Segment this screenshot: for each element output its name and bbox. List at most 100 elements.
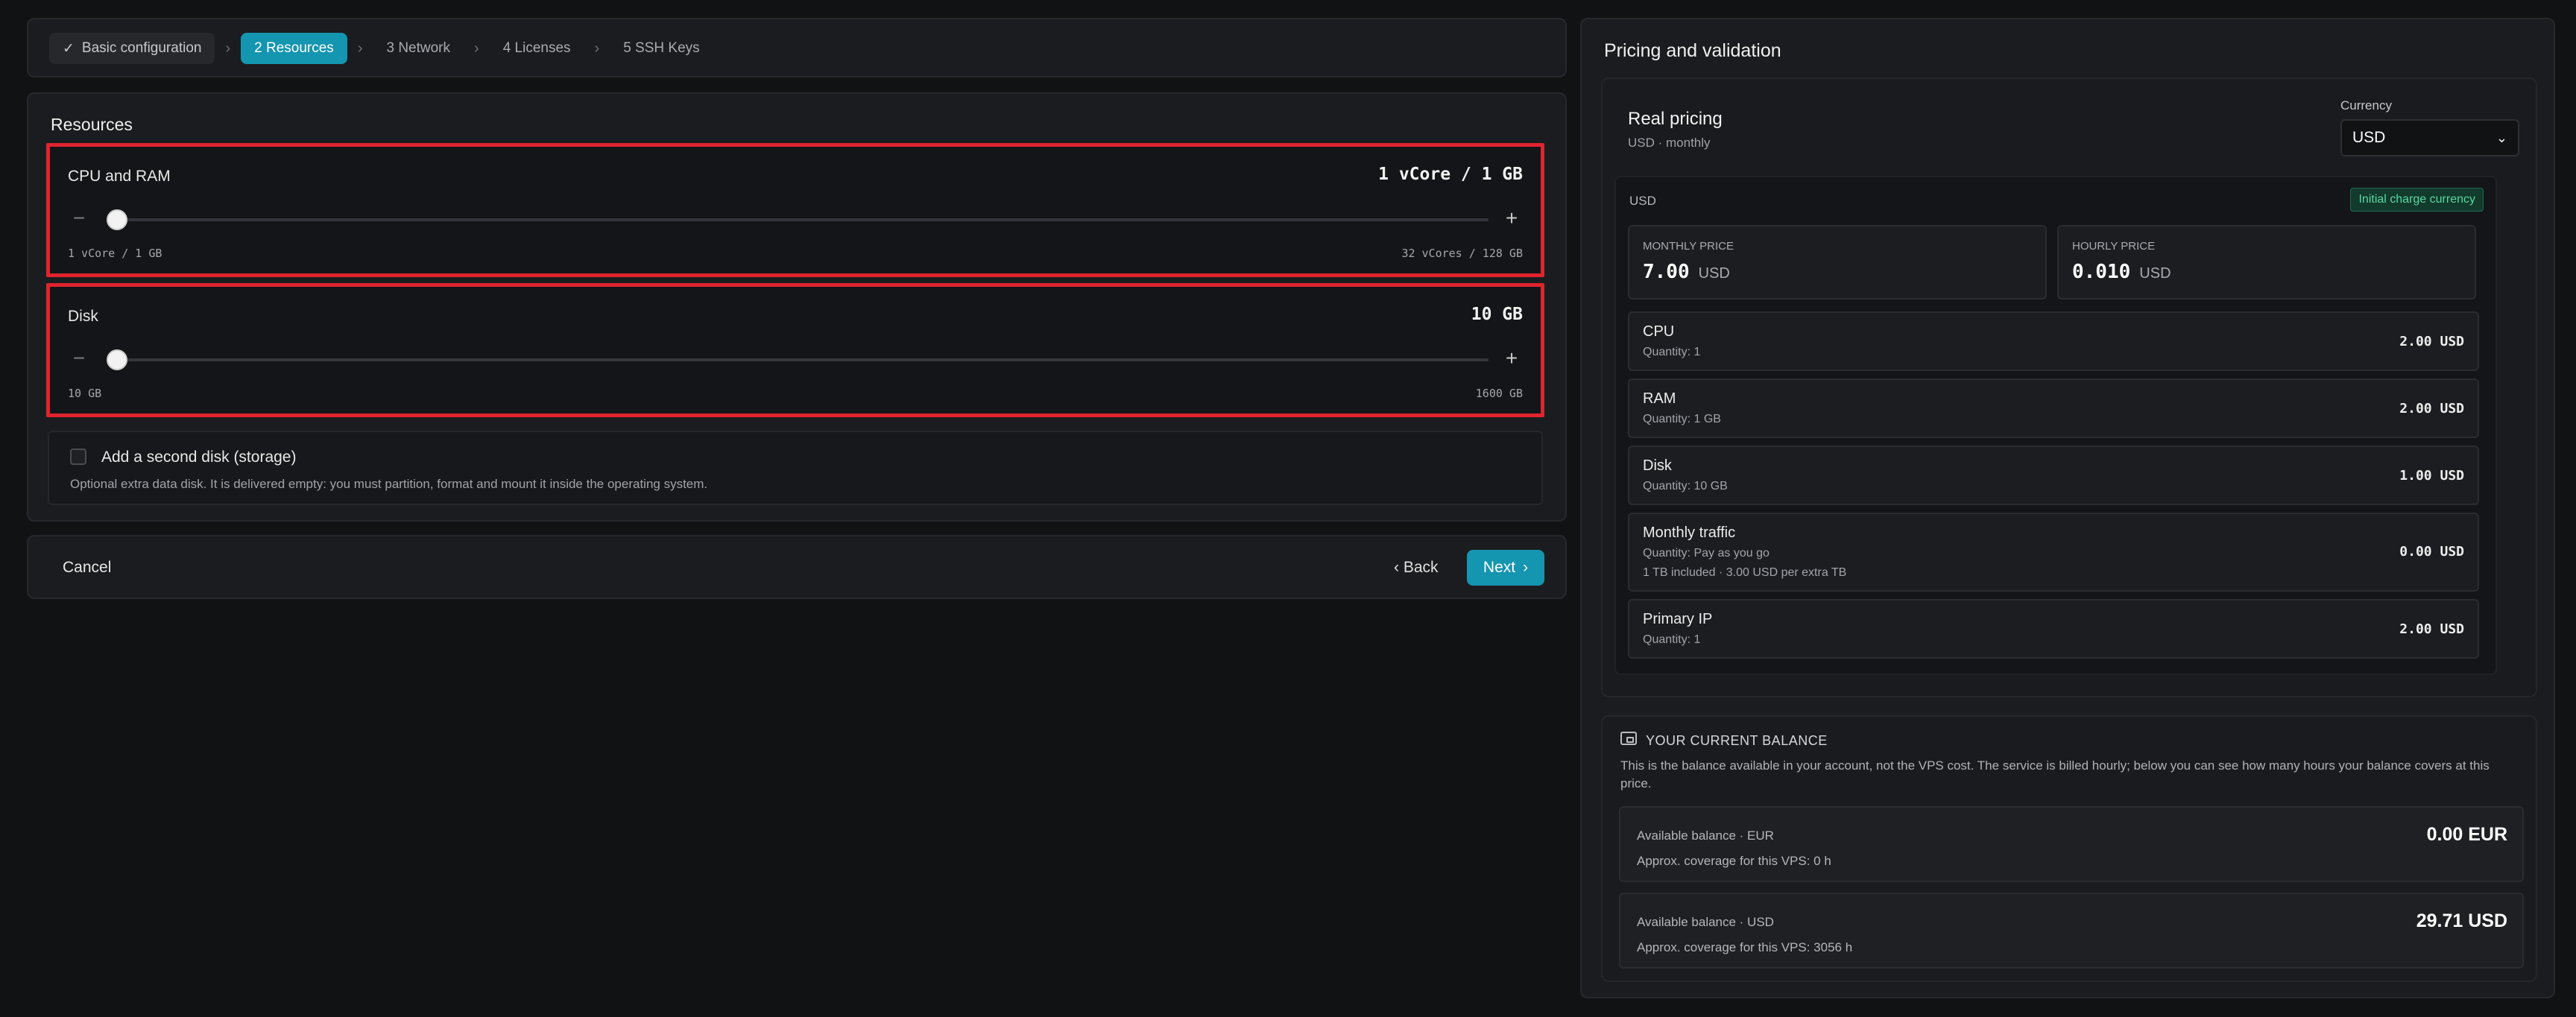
step-label: 3 Network (386, 40, 451, 56)
cpu-ram-max: 32 vCores / 128 GB (1401, 247, 1523, 260)
line-item-qty: Quantity: Pay as you go (1643, 547, 1770, 560)
second-disk-checkbox[interactable] (70, 449, 86, 465)
minus-icon[interactable]: − (68, 346, 90, 370)
disk-label: Disk (68, 308, 98, 325)
real-pricing-subtitle: USD · monthly (1628, 136, 1711, 150)
balance-amount: 29.71 USD (2416, 910, 2507, 931)
step-label: 2 Resources (254, 40, 334, 56)
chevron-right-icon: › (594, 39, 600, 57)
line-item-qty: Quantity: 1 (1643, 346, 1701, 358)
step-resources[interactable]: 2 Resources (241, 33, 347, 64)
line-item-qty: Quantity: 10 GB (1643, 480, 1728, 492)
line-item-qty: Quantity: 1 GB (1643, 413, 1721, 425)
real-pricing-box: Real pricing USD · monthly Currency USD … (1601, 77, 2537, 697)
currency-value: USD (2352, 129, 2386, 146)
hourly-price-label: HOURLY PRICE (2072, 240, 2156, 253)
slider-thumb[interactable] (107, 209, 127, 230)
real-pricing-title: Real pricing (1628, 109, 1723, 129)
chevron-right-icon: › (474, 39, 479, 57)
line-item-name: Monthly traffic (1643, 525, 1736, 541)
line-item-qty: Quantity: 1 (1643, 633, 1701, 646)
cpu-ram-label: CPU and RAM (68, 168, 171, 185)
monthly-price-value: 7.00 USD (1643, 261, 1730, 283)
next-button[interactable]: Next › (1467, 550, 1544, 586)
balance-description: This is the balance available in your ac… (1620, 758, 2490, 791)
back-button[interactable]: ‹ Back (1394, 559, 1439, 577)
line-item-disk: Disk Quantity: 10 GB 1.00 USD (1628, 446, 2479, 505)
pricing-panel: Pricing and validation Real pricing USD … (1580, 18, 2555, 998)
hourly-price-amount: 0.010 (2072, 261, 2131, 283)
step-licenses[interactable]: 4 Licenses (490, 33, 584, 64)
resources-panel: Resources CPU and RAM 1 vCore / 1 GB − +… (27, 92, 1567, 522)
hourly-price-value: 0.010 USD (2072, 261, 2171, 283)
wizard-stepper: ✓ Basic configuration › 2 Resources › 3 … (27, 18, 1567, 77)
line-item-name: RAM (1643, 390, 1676, 407)
currency-label: Currency (2340, 98, 2392, 113)
balance-card-usd: Available balance · USD Approx. coverage… (1619, 893, 2524, 969)
cancel-button[interactable]: Cancel (63, 559, 111, 577)
hourly-price-unit: USD (2139, 265, 2171, 282)
cpu-ram-card: CPU and RAM 1 vCore / 1 GB − + 1 vCore /… (46, 143, 1544, 277)
step-label: 5 SSH Keys (623, 40, 700, 56)
balance-title: YOUR CURRENT BALANCE (1646, 733, 1828, 748)
minus-icon[interactable]: − (68, 206, 90, 230)
disk-card: Disk 10 GB − + 10 GB 1600 GB (46, 283, 1544, 417)
usd-breakdown: USD Initial charge currency MONTHLY PRIC… (1614, 176, 2497, 675)
chevron-right-icon: › (225, 39, 231, 57)
step-basic-configuration[interactable]: ✓ Basic configuration (49, 33, 215, 64)
line-item-extra: 1 TB included · 3.00 USD per extra TB (1643, 566, 1847, 579)
disk-min: 10 GB (68, 387, 102, 400)
hourly-price-card: HOURLY PRICE 0.010 USD (2057, 225, 2476, 300)
balance-label: Available balance · EUR (1637, 829, 1774, 843)
plus-icon[interactable]: + (1500, 346, 1523, 370)
check-icon: ✓ (63, 40, 75, 57)
second-disk-label[interactable]: Add a second disk (storage) (101, 449, 296, 466)
back-label: Back (1403, 559, 1439, 576)
line-item-ram: RAM Quantity: 1 GB 2.00 USD (1628, 378, 2479, 438)
currency-select[interactable]: USD ⌄ (2340, 119, 2519, 156)
next-label: Next (1483, 559, 1516, 576)
wallet-icon (1620, 732, 1637, 745)
step-label: Basic configuration (81, 40, 202, 56)
plus-icon[interactable]: + (1500, 206, 1523, 230)
wizard-actions: Cancel ‹ Back Next › (27, 535, 1567, 599)
cpu-ram-value: 1 vCore / 1 GB (1378, 165, 1523, 184)
disk-max: 1600 GB (1475, 387, 1523, 400)
line-item-name: Disk (1643, 457, 1672, 474)
step-ssh-keys[interactable]: 5 SSH Keys (610, 33, 713, 64)
second-disk-help: Optional extra data disk. It is delivere… (70, 477, 708, 491)
line-item-name: Primary IP (1643, 611, 1713, 627)
chevron-left-icon: ‹ (1394, 559, 1404, 576)
pricing-title: Pricing and validation (1604, 40, 1781, 61)
balance-card-eur: Available balance · EUR Approx. coverage… (1619, 806, 2524, 882)
disk-slider[interactable]: − + (68, 345, 1523, 375)
initial-charge-badge: Initial charge currency (2350, 188, 2484, 212)
line-item-price: 1.00 USD (2399, 468, 2464, 484)
line-item-price: 2.00 USD (2399, 621, 2464, 637)
line-item-price: 2.00 USD (2399, 334, 2464, 349)
balance-coverage: Approx. coverage for this VPS: 3056 h (1637, 940, 1853, 954)
monthly-price-amount: 7.00 (1643, 261, 1690, 283)
step-label: 4 Licenses (502, 40, 571, 56)
slider-track[interactable] (114, 358, 1489, 361)
line-item-traffic: Monthly traffic Quantity: Pay as you go … (1628, 513, 2479, 592)
line-item-price: 2.00 USD (2399, 401, 2464, 416)
step-network[interactable]: 3 Network (373, 33, 464, 64)
balance-box: YOUR CURRENT BALANCE This is the balance… (1601, 715, 2537, 982)
chevron-down-icon: ⌄ (2496, 130, 2507, 145)
monthly-price-label: MONTHLY PRICE (1643, 240, 1734, 253)
cpu-ram-slider[interactable]: − + (68, 205, 1523, 235)
balance-coverage: Approx. coverage for this VPS: 0 h (1637, 854, 1831, 868)
slider-thumb[interactable] (107, 349, 127, 370)
slider-track[interactable] (114, 218, 1489, 221)
line-item-cpu: CPU Quantity: 1 2.00 USD (1628, 311, 2479, 371)
chevron-right-icon: › (1523, 559, 1529, 576)
second-disk-option: Add a second disk (storage) Optional ext… (48, 431, 1543, 505)
monthly-price-card: MONTHLY PRICE 7.00 USD (1628, 225, 2047, 300)
line-item-price: 0.00 USD (2399, 544, 2464, 560)
balance-amount: 0.00 EUR (2426, 824, 2507, 845)
line-item-primary-ip: Primary IP Quantity: 1 2.00 USD (1628, 599, 2479, 659)
monthly-price-unit: USD (1698, 265, 1730, 282)
cpu-ram-min: 1 vCore / 1 GB (68, 247, 162, 260)
chevron-right-icon: › (357, 39, 363, 57)
